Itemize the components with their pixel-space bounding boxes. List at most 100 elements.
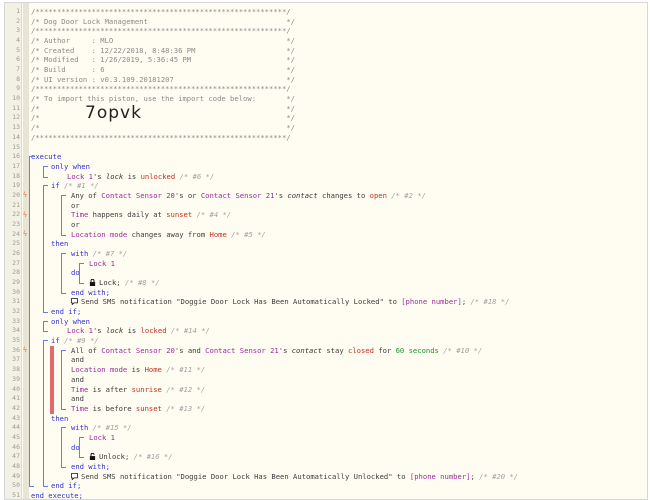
- code-line[interactable]: with /* #15 */: [71, 423, 132, 432]
- code-line[interactable]: with /* #7 */: [71, 249, 127, 258]
- token-c8: /* #8 */: [124, 278, 160, 288]
- code-line[interactable]: Lock; /* #8 */: [89, 278, 160, 287]
- line-number: 13: [12, 123, 20, 132]
- token-lock1[interactable]: Lock 1: [89, 259, 115, 268]
- code-line[interactable]: and: [71, 394, 84, 403]
- code-line[interactable]: Time happens daily at sunset /* #4 */: [71, 210, 231, 219]
- code-line[interactable]: only when: [51, 317, 90, 326]
- line-number: 40: [12, 384, 20, 393]
- line-number: 51: [12, 491, 20, 499]
- code-line[interactable]: then: [51, 414, 68, 423]
- code-line[interactable]: end if;: [51, 307, 81, 316]
- token-sunset[interactable]: sunset: [166, 210, 192, 219]
- token-lock1[interactable]: Lock 1: [67, 172, 93, 181]
- unlock-icon: [89, 453, 96, 461]
- token-phone[interactable]: [phone number]: [410, 472, 471, 481]
- token-cs21[interactable]: Contact Sensor 21: [205, 346, 279, 355]
- code-line[interactable]: Time is after sunrise /* #12 */: [71, 385, 205, 394]
- code-line[interactable]: Lock 1's lock is unlocked /* #6 */: [67, 172, 214, 181]
- code-line[interactable]: end with;: [71, 462, 110, 471]
- header-comment-line: /* Modified : 1/26/2019, 5:36:45 PM */: [31, 55, 295, 65]
- token-lock1[interactable]: Lock 1: [67, 326, 93, 335]
- line-number: 23: [12, 219, 20, 228]
- code-line[interactable]: if /* #9 */: [51, 336, 99, 345]
- code-line[interactable]: or: [71, 220, 80, 229]
- code-line[interactable]: Any of Contact Sensor 20's or Contact Se…: [71, 191, 426, 200]
- header-comment-line: /***************************************…: [31, 84, 291, 94]
- token-changes-away: changes away from: [131, 229, 206, 239]
- line-number: 20: [12, 190, 20, 199]
- code-line[interactable]: Location mode is Home /* #11 */: [71, 365, 205, 374]
- token-loc-mode[interactable]: Location mode: [71, 365, 127, 374]
- token-open[interactable]: open: [370, 191, 387, 200]
- code-line[interactable]: Unlock; /* #16 */: [89, 452, 173, 461]
- token-cs20[interactable]: Contact Sensor 20: [101, 346, 175, 355]
- token-cs20[interactable]: Contact Sensor 20: [101, 191, 175, 200]
- header-comment-line: /* Dog Door Lock Management */: [31, 16, 295, 26]
- code-line[interactable]: then: [51, 239, 68, 248]
- code-line[interactable]: Send SMS notification "Doggie Door Lock …: [71, 472, 518, 481]
- block-bracket: [61, 427, 66, 468]
- token-only-when: only when: [51, 161, 90, 171]
- line-number: 35: [12, 336, 20, 345]
- block-bracket: [43, 185, 48, 314]
- token-if: if: [51, 336, 60, 346]
- token-is: is: [131, 365, 141, 375]
- token-time[interactable]: Time: [71, 404, 88, 413]
- token-time[interactable]: Time: [71, 385, 88, 394]
- line-number: 37: [12, 355, 20, 364]
- line-number: 43: [12, 413, 20, 422]
- token-home[interactable]: Home: [145, 365, 162, 374]
- token-time[interactable]: Time: [71, 210, 88, 219]
- code-line[interactable]: Lock 1: [89, 259, 115, 268]
- line-number: 22: [12, 210, 20, 219]
- import-code[interactable]: 7opvk: [85, 103, 142, 123]
- code-line[interactable]: or: [71, 201, 80, 210]
- token-sunset[interactable]: sunset: [136, 404, 162, 413]
- trigger-lightning-icon: ϟ: [22, 210, 28, 219]
- header-comment-line: /***************************************…: [31, 26, 291, 36]
- token-sunrise[interactable]: sunrise: [132, 385, 162, 394]
- token-msg2: "Doggie Door Lock Has Been Automatically…: [176, 471, 393, 481]
- sms-icon: [71, 472, 78, 480]
- code-line[interactable]: and: [71, 355, 84, 364]
- code-line[interactable]: Location mode changes away from Home /* …: [71, 230, 266, 239]
- token-send-sms: Send SMS notification: [81, 297, 172, 307]
- code-line[interactable]: only when: [51, 162, 90, 171]
- line-number: 39: [12, 374, 20, 383]
- token-c12: /* #12 */: [166, 384, 206, 394]
- code-line[interactable]: Time is before sunset /* #13 */: [71, 404, 205, 413]
- token-locked[interactable]: locked: [141, 326, 167, 335]
- token-closed[interactable]: closed: [348, 346, 374, 355]
- header-comment-line: /* UI version : v0.3.109.20181207 */: [31, 74, 295, 84]
- token-cs21[interactable]: Contact Sensor 21: [201, 191, 275, 200]
- code-line[interactable]: end execute;: [31, 491, 83, 499]
- token-lock1[interactable]: Lock 1: [89, 433, 115, 442]
- header-comment-line: /* Author : MLO */: [31, 36, 295, 46]
- token-all-of: All of: [71, 345, 97, 355]
- token-phone[interactable]: [phone number]: [401, 297, 462, 306]
- token-unlocked[interactable]: unlocked: [141, 172, 176, 181]
- code-line[interactable]: and: [71, 375, 84, 384]
- line-number: 19: [12, 181, 20, 190]
- token-c4: /* #4 */: [196, 210, 232, 220]
- line-number: 50: [12, 481, 20, 490]
- line-number: 27: [12, 258, 20, 267]
- code-line[interactable]: Lock 1's lock is locked /* #14 */: [67, 326, 210, 335]
- token-home[interactable]: Home: [210, 230, 227, 239]
- code-line[interactable]: end if;: [51, 481, 81, 490]
- token-lock-attr: lock: [105, 326, 124, 336]
- line-number: 29: [12, 278, 20, 287]
- code-line[interactable]: if /* #1 */: [51, 181, 99, 190]
- code-line[interactable]: Send SMS notification "Doggie Door Lock …: [71, 297, 509, 306]
- token-loc-mode[interactable]: Location mode: [71, 230, 127, 239]
- token-is-before: is before: [92, 403, 132, 413]
- token-end-if: end if;: [51, 481, 82, 491]
- token-and: and: [71, 374, 84, 384]
- code-line[interactable]: All of Contact Sensor 20's and Contact S…: [71, 346, 482, 355]
- line-number: 16: [12, 152, 20, 161]
- code-line[interactable]: Lock 1: [89, 433, 115, 442]
- token-sixty[interactable]: 60 seconds: [396, 346, 439, 355]
- code-line[interactable]: execute: [31, 152, 61, 161]
- code-line[interactable]: end with;: [71, 288, 110, 297]
